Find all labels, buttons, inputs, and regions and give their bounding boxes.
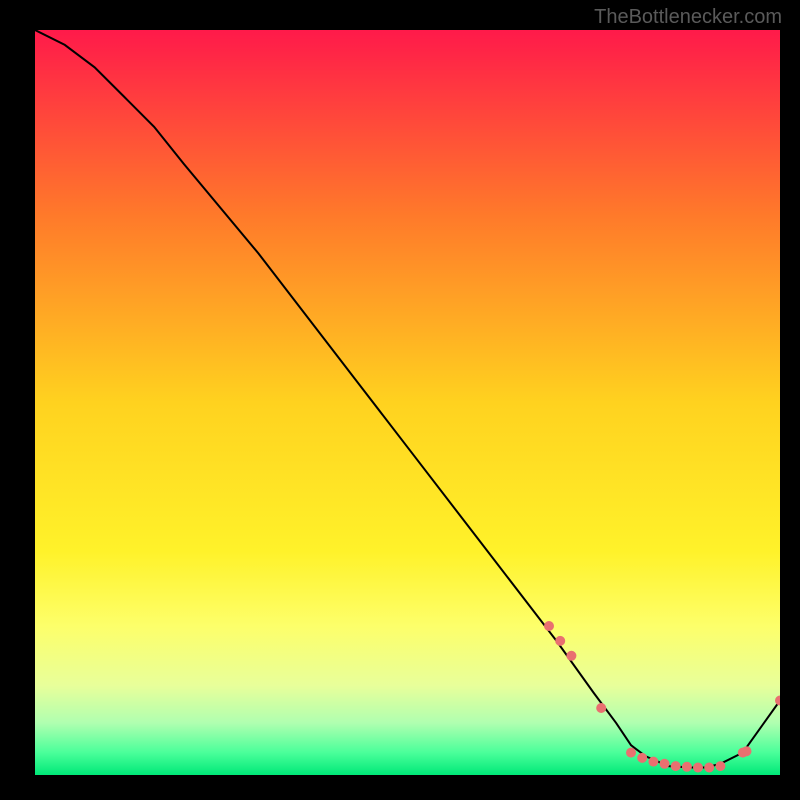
data-point: [660, 759, 670, 769]
data-point: [742, 746, 752, 756]
data-point: [544, 621, 554, 631]
data-point: [637, 753, 647, 763]
data-point: [704, 763, 714, 773]
data-point: [715, 761, 725, 771]
data-point: [626, 748, 636, 758]
data-point: [555, 636, 565, 646]
data-point: [566, 651, 576, 661]
data-point: [596, 703, 606, 713]
chart-plot-area: [35, 30, 780, 775]
data-point: [648, 757, 658, 767]
gradient-background: [35, 30, 780, 775]
bottleneck-chart: [35, 30, 780, 775]
data-point: [671, 761, 681, 771]
watermark-label: TheBottlenecker.com: [594, 6, 782, 29]
data-point: [693, 763, 703, 773]
data-point: [682, 762, 692, 772]
